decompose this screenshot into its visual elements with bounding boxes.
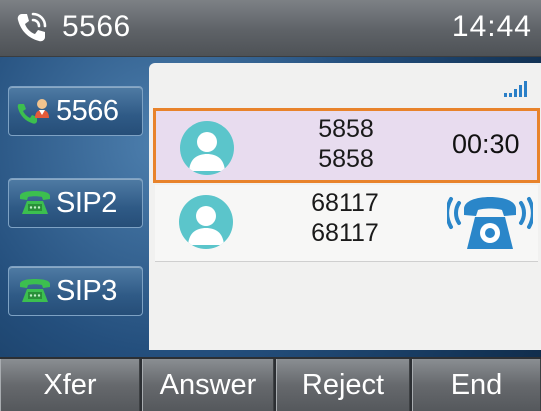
xfer-button[interactable]: Xfer: [0, 359, 140, 411]
line-key-sip3[interactable]: SIP3: [8, 266, 143, 316]
answer-button[interactable]: Answer: [142, 359, 274, 411]
phone-call-icon: [17, 12, 47, 42]
green-phone-icon: [20, 279, 50, 302]
call-row-incoming[interactable]: 68117 68117: [155, 185, 538, 262]
reject-button[interactable]: Reject: [276, 359, 410, 411]
end-button[interactable]: End: [412, 359, 541, 411]
contact-avatar-icon: [180, 121, 234, 175]
status-bar: 5566 14:44: [0, 0, 541, 57]
line-key-sip2[interactable]: SIP2: [8, 178, 143, 228]
call-row-active[interactable]: 5858 5858 00:30: [153, 108, 540, 183]
call-duration: 00:30: [452, 129, 520, 159]
contact-handset-icon: [17, 99, 49, 124]
signal-strength-icon: [504, 81, 527, 97]
caller-name: 68117: [311, 189, 379, 217]
call-list-panel: 5858 5858 00:30 68117 68117: [149, 63, 541, 350]
line-key-label: 5566: [56, 94, 119, 127]
line-key-label: SIP3: [56, 274, 117, 307]
contact-avatar-icon: [179, 195, 233, 249]
caller-number: 5858: [318, 145, 374, 173]
line-key-label: SIP2: [56, 186, 117, 219]
clock: 14:44: [451, 10, 532, 43]
green-phone-icon: [20, 191, 50, 214]
line-key-5566[interactable]: 5566: [8, 86, 143, 136]
account-title: 5566: [62, 10, 131, 43]
ringing-phone-icon: [447, 197, 533, 249]
caller-name: 5858: [318, 115, 374, 143]
caller-number: 68117: [311, 219, 379, 247]
